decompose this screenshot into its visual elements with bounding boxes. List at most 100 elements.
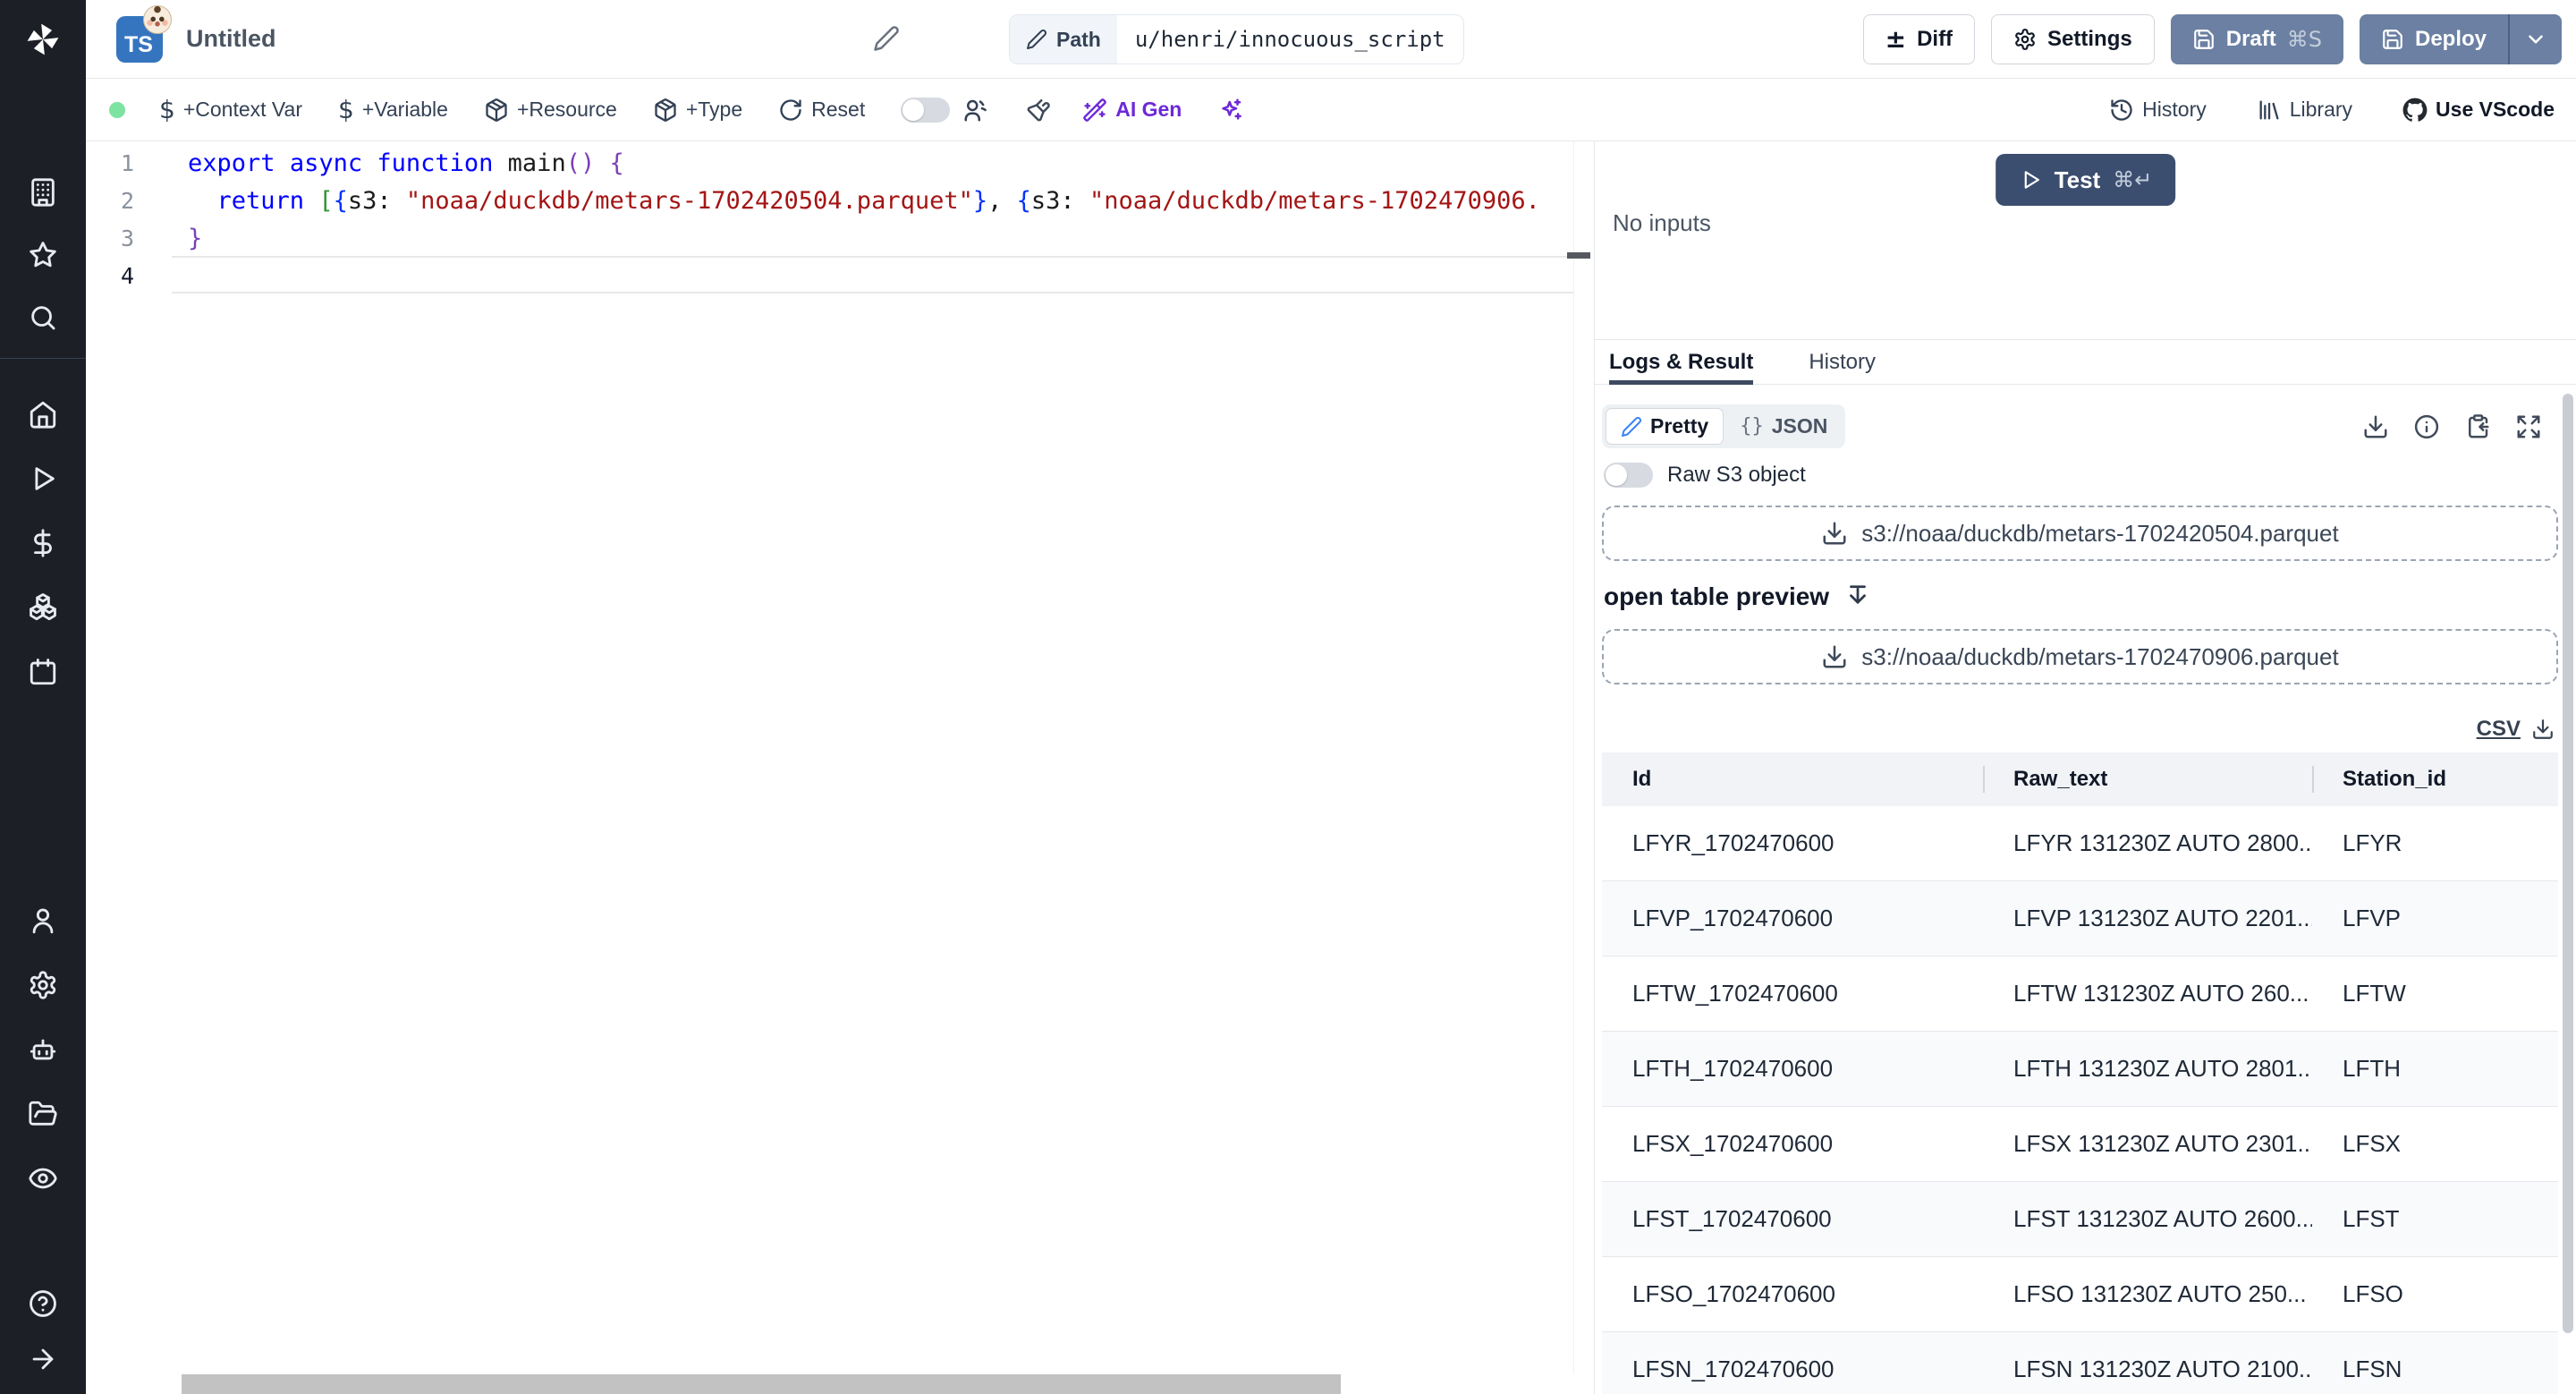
deploy-dropdown-button[interactable] [2510,14,2562,64]
edit-summary-pencil-icon[interactable] [873,25,900,52]
ai-sparkles-button[interactable] [1217,97,1244,123]
raw-s3-row: Raw S3 object [1602,463,2558,488]
use-vscode-button[interactable]: Use VScode [2402,98,2555,123]
add-variable-button[interactable]: $ +Variable [338,95,448,124]
table-row: LFTW_1702470600 LFTW 131230Z AUTO 260... L… [1602,956,2558,1032]
pretty-toggle-button[interactable]: Pretty [1606,408,1724,445]
overview-ruler [1573,141,1574,1373]
clipboard-copy-icon[interactable] [2464,413,2491,440]
test-shortcut: ⌘↵ [2113,167,2153,192]
braces-icon: {} [1740,415,1764,438]
tab-history[interactable]: History [1809,340,1876,384]
add-type-button[interactable]: +Type [653,98,742,123]
home-icon[interactable] [28,382,58,446]
chevron-down-icon [2529,34,2543,44]
schedules-calendar-icon[interactable] [28,640,58,704]
csv-download-link[interactable]: CSV [2477,717,2521,742]
table-cell: LFTH 131230Z AUTO 2801... [2013,1055,2312,1082]
settings-gear-icon[interactable] [0,953,86,1017]
editor-horizontal-scrollbar[interactable] [182,1374,1341,1394]
deploy-button[interactable]: Deploy [2360,14,2508,64]
table-cell: LFSN_1702470600 [1632,1356,1835,1382]
info-icon[interactable] [2413,413,2440,440]
table-row: LFSX_1702470600 LFSX 131230Z AUTO 2301...… [1602,1107,2558,1182]
paintbrush-icon [1027,98,1050,121]
raw-s3-label: Raw S3 object [1667,463,1806,487]
package-icon [486,98,507,122]
table-cell: LFST [2343,1205,2400,1232]
sparkles-icon [1222,98,1242,120]
folders-icon[interactable] [0,1082,86,1146]
windmill-logo[interactable] [0,0,86,79]
play-icon [2024,171,2039,189]
test-button[interactable]: Test ⌘↵ [1995,154,2176,206]
draft-button[interactable]: Draft ⌘S [2170,13,2343,64]
table-cell: LFSX [2343,1130,2402,1157]
expand-icon[interactable] [2515,413,2542,440]
run-panel: No inputs Test ⌘↵ Logs & Result History [1594,141,2576,1394]
s3-link-text: s3://noaa/duckdb/metars-1702420504.parqu… [1861,519,2339,547]
path-value[interactable]: u/henri/innocuous_script [1117,15,1463,64]
reset-button[interactable]: Reset [778,98,865,123]
settings-button[interactable]: Settings [1991,13,2155,64]
open-table-preview-row: open table preview [1602,582,2558,611]
resources-boxes-icon[interactable] [28,575,58,640]
workers-robot-icon[interactable] [0,1017,86,1082]
variables-dollar-icon[interactable] [28,511,58,575]
table-row: LFST_1702470600 LFST 131230Z AUTO 2600...… [1602,1182,2558,1257]
typescript-badge: TS [116,4,172,63]
s3-download-button-2[interactable]: s3://noaa/duckdb/metars-1702470906.parqu… [1602,629,2558,684]
lsp-ready-dot [109,101,125,118]
download-icon[interactable] [2362,413,2389,440]
tab-logs-and-result[interactable]: Logs & Result [1609,340,1754,385]
audit-eye-icon[interactable] [0,1146,86,1211]
runs-play-icon[interactable] [28,446,58,511]
multiplayer-group [901,97,989,123]
table-row: LFSN_1702470600 LFSN 131230Z AUTO 2100...… [1602,1332,2558,1394]
path-field[interactable]: Path u/henri/innocuous_script [1009,14,1464,64]
json-toggle-button[interactable]: {} JSON [1725,409,1842,444]
reset-label: Reset [811,98,866,121]
format-brush-button[interactable] [1025,97,1052,123]
main-column: TS Untitled Path u/henri/innocuous_scrip… [86,0,2576,1394]
s3-download-button-1[interactable]: s3://noaa/duckdb/metars-1702420504.parqu… [1602,506,2558,561]
table-cell: LFSX_1702470600 [1632,1130,1834,1157]
save-icon [2193,29,2214,49]
overview-ruler-cursor-marker [1567,252,1590,259]
table-cell: LFSN [2343,1356,2402,1382]
code-editor[interactable]: 1 2 3 4 export async function main() { retu… [86,141,1594,1394]
code-line[interactable]: } [188,220,1572,258]
add-resource-button[interactable]: +Resource [484,98,617,123]
code-line[interactable]: return [{s3: "noaa/duckdb/metars-1702420… [188,183,1572,220]
code-content[interactable]: export async function main() { return [{… [188,145,1572,295]
table-cell: LFYR [2343,829,2402,856]
column-header: Station_id [2312,752,2558,806]
pretty-label: Pretty [1650,414,1709,438]
help-icon[interactable] [0,1276,86,1331]
multiplayer-toggle[interactable] [901,97,951,123]
code-line[interactable] [188,258,1572,295]
expand-arrow-icon[interactable] [0,1331,86,1387]
favorites-star-icon[interactable] [0,224,86,286]
arrow-down-to-line-icon[interactable] [1844,583,1871,610]
ai-gen-button[interactable]: AI Gen [1082,98,1182,123]
typescript-badge-label: TS [124,31,153,57]
history-button[interactable]: History [2109,98,2207,123]
table-cell: LFSO_1702470600 [1632,1280,1835,1307]
diff-button-label: Diff [1917,26,1953,51]
raw-s3-toggle[interactable] [1604,463,1653,488]
library-button[interactable]: Library [2257,98,2352,123]
result-vertical-scrollbar[interactable] [2563,394,2573,1333]
code-line[interactable]: export async function main() { [188,145,1572,183]
diff-button[interactable]: ± Diff [1862,13,1976,64]
download-icon[interactable] [2531,718,2555,741]
column-header: Id [1632,767,1652,791]
workspace-building-icon[interactable] [0,161,86,224]
add-context-var-button[interactable]: $ +Context Var [159,95,302,124]
line-number: 2 [120,188,134,214]
user-icon[interactable] [0,888,86,953]
search-icon[interactable] [0,286,86,349]
github-icon [2402,98,2428,122]
line-number-gutter: 1 2 3 4 [86,145,172,295]
csv-row: CSV [1602,717,2558,742]
